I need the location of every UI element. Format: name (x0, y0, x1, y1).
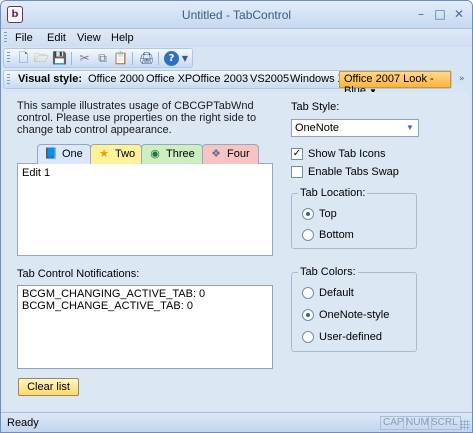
tab-label: Three (166, 148, 195, 160)
menubar-grip[interactable] (4, 32, 7, 44)
app-window: b Untitled - TabControl – □ ✕ File Edit … (0, 0, 473, 433)
notifications-label: Tab Control Notifications: (17, 268, 140, 280)
stylebar-overflow-icon[interactable]: » (459, 70, 469, 89)
maximize-icon[interactable]: □ (433, 7, 447, 21)
radio-icon (302, 287, 314, 299)
tab-two[interactable]: ★ Two (90, 144, 142, 164)
print-icon[interactable]: 🖨 (139, 51, 154, 66)
radio-label: User-defined (319, 331, 382, 343)
help-icon[interactable]: ? (164, 51, 179, 66)
notification-line: BCGM_CHANGE_ACTIVE_TAB: 0 (22, 300, 193, 312)
style-vs2005[interactable]: VS2005 (248, 73, 291, 87)
radio-label: Bottom (319, 229, 354, 241)
notifications-list[interactable]: BCGM_CHANGING_ACTIVE_TAB: 0 BCGM_CHANGE_… (17, 285, 273, 369)
copy-icon[interactable]: ⧉ (95, 51, 110, 66)
radio-selected-icon (302, 208, 314, 220)
tab-one[interactable]: 📘 One (37, 144, 91, 164)
tab-three[interactable]: ◉ Three (141, 144, 203, 164)
show-tab-icons-checkbox[interactable]: ✓ Show Tab Icons (291, 148, 385, 160)
open-folder-icon[interactable]: 🗁 (34, 51, 49, 66)
chevron-down-icon[interactable]: ▼ (404, 122, 416, 134)
book-icon: 📘 (44, 148, 58, 160)
puzzle-icon: ❖ (211, 148, 221, 160)
scrl-indicator: SCRL (428, 416, 461, 430)
menu-help[interactable]: Help (111, 32, 134, 44)
radio-label: Top (319, 208, 337, 220)
tab-location-title: Tab Location: (298, 187, 368, 199)
tab-strip: 📘 One ★ Two ◉ Three ❖ Four (17, 144, 273, 164)
style-office-2000[interactable]: Office 2000 (86, 73, 146, 87)
toolbar-separator (158, 52, 159, 65)
resize-grip-icon[interactable] (460, 420, 470, 430)
menu-bar: File Edit View Help (1, 29, 472, 47)
description-text: This sample illustrates usage of CBCGPTa… (17, 100, 257, 136)
visual-style-toolbar: Visual style: Office 2000 Office XP Offi… (3, 70, 452, 97)
tab-location-group: Tab Location: Top Bottom (291, 187, 417, 249)
location-top-radio[interactable]: Top (302, 208, 337, 220)
status-bar: Ready CAP NUM SCRL (1, 412, 472, 432)
paste-icon[interactable]: 📋 (113, 51, 128, 66)
colors-onenote-radio[interactable]: OneNote-style (302, 309, 389, 321)
tab-label: Four (227, 148, 250, 160)
checkbox-box (291, 166, 303, 178)
cut-icon[interactable]: ✂ (77, 51, 92, 66)
toolbar-grip[interactable] (7, 52, 10, 64)
menu-file[interactable]: File (15, 32, 33, 44)
close-icon[interactable]: ✕ (452, 7, 466, 21)
standard-toolbar: 🗋 🗁 💾 ✂ ⧉ 📋 🖨 ? ▼ (3, 48, 193, 68)
tab-label: One (62, 148, 83, 160)
minimize-icon[interactable]: – (414, 7, 428, 21)
globe-icon: ◉ (150, 148, 160, 160)
star-icon: ★ (99, 148, 109, 160)
colors-default-radio[interactable]: Default (302, 287, 354, 299)
menu-edit[interactable]: Edit (47, 32, 66, 44)
title-bar: b Untitled - TabControl – □ ✕ (1, 1, 472, 29)
radio-selected-icon (302, 309, 314, 321)
tab-colors-title: Tab Colors: (298, 266, 358, 278)
tab-style-select[interactable]: OneNote ▼ (291, 119, 419, 137)
style-office-2007-blue[interactable]: Office 2007 Look - Blue▼ (339, 71, 451, 97)
checkbox-label: Enable Tabs Swap (308, 166, 399, 178)
menu-view[interactable]: View (77, 32, 101, 44)
check-icon: ✓ (291, 148, 303, 160)
window-title: Untitled - TabControl (181, 8, 292, 22)
save-icon[interactable]: 💾 (52, 51, 67, 66)
stylebar-grip[interactable] (7, 74, 10, 86)
colors-user-defined-radio[interactable]: User-defined (302, 331, 382, 343)
radio-label: Default (319, 287, 354, 299)
tab-style-value: OneNote (295, 122, 340, 134)
toolbar-separator (132, 52, 133, 65)
location-bottom-radio[interactable]: Bottom (302, 229, 354, 241)
visual-style-label: Visual style: (18, 73, 82, 85)
radio-label: OneNote-style (319, 309, 390, 321)
style-office-2003[interactable]: Office 2003 (190, 73, 250, 87)
radio-icon (302, 229, 314, 241)
status-text: Ready (7, 417, 39, 429)
clear-list-button[interactable]: Clear list (18, 378, 79, 396)
checkbox-label: Show Tab Icons (308, 148, 386, 160)
enable-tabs-swap-checkbox[interactable]: Enable Tabs Swap (291, 166, 399, 178)
toolbar-separator (71, 52, 72, 65)
toolbar-overflow-icon[interactable]: ▼ (180, 51, 190, 66)
tab-four[interactable]: ❖ Four (202, 144, 259, 164)
tab-content-edit[interactable]: Edit 1 (17, 163, 273, 256)
radio-icon (302, 331, 314, 343)
tab-content-text: Edit 1 (22, 167, 51, 179)
client-area: This sample illustrates usage of CBCGPTa… (4, 92, 469, 410)
tab-style-label: Tab Style: (291, 101, 340, 113)
tab-label: Two (115, 148, 136, 160)
tab-colors-group: Tab Colors: Default OneNote-style User-d… (291, 266, 417, 352)
notification-line: BCGM_CHANGING_ACTIVE_TAB: 0 (22, 288, 206, 300)
new-file-icon[interactable]: 🗋 (16, 51, 31, 66)
style-office-xp[interactable]: Office XP (144, 73, 194, 87)
